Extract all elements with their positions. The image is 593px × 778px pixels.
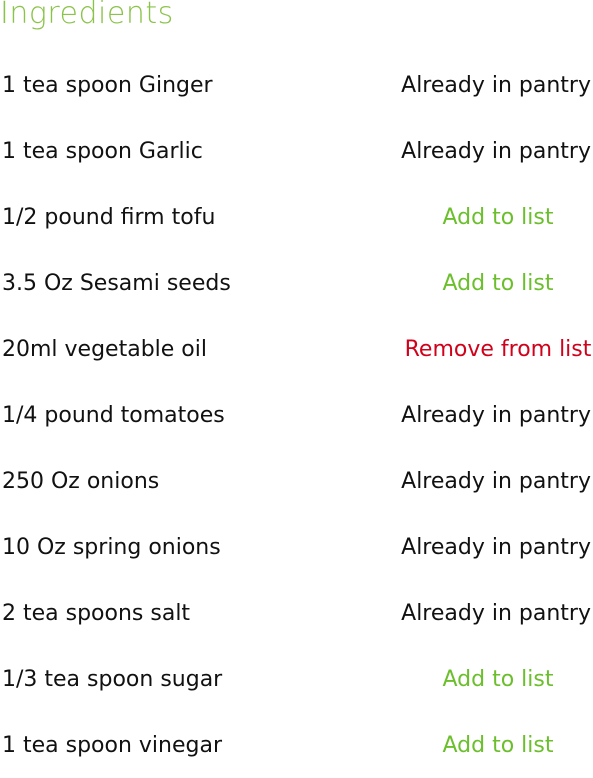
remove-from-list-button[interactable]: Remove from list	[403, 337, 593, 362]
ingredient-row: 3.5 Oz Sesami seeds Add to list	[0, 250, 593, 316]
add-to-list-button[interactable]: Add to list	[403, 205, 593, 230]
ingredient-name: 2 tea spoons salt	[2, 600, 191, 626]
ingredient-name: 250 Oz onions	[2, 468, 160, 494]
already-in-pantry-label: Already in pantry	[401, 600, 591, 626]
already-in-pantry-label: Already in pantry	[401, 72, 591, 98]
ingredient-name: 1 tea spoon Ginger	[2, 72, 213, 98]
ingredient-name: 20ml vegetable oil	[2, 336, 207, 362]
ingredient-row: 1 tea spoon Garlic Already in pantry	[0, 118, 593, 184]
ingredient-row: 1/3 tea spoon sugar Add to list	[0, 646, 593, 712]
ingredient-name: 3.5 Oz Sesami seeds	[2, 270, 231, 296]
ingredients-list: 1 tea spoon Ginger Already in pantry 1 t…	[0, 52, 593, 778]
ingredient-row: 1 tea spoon vinegar Add to list	[0, 712, 593, 778]
ingredient-row: 20ml vegetable oil Remove from list	[0, 316, 593, 382]
ingredient-name: 1 tea spoon Garlic	[2, 138, 203, 164]
already-in-pantry-label: Already in pantry	[401, 402, 591, 428]
already-in-pantry-label: Already in pantry	[401, 468, 591, 494]
already-in-pantry-label: Already in pantry	[401, 138, 591, 164]
ingredient-name: 10 Oz spring onions	[2, 534, 221, 560]
ingredient-row: 10 Oz spring onions Already in pantry	[0, 514, 593, 580]
ingredient-row: 2 tea spoons salt Already in pantry	[0, 580, 593, 646]
add-to-list-button[interactable]: Add to list	[403, 271, 593, 296]
already-in-pantry-label: Already in pantry	[401, 534, 591, 560]
page-title: Ingredients	[0, 0, 174, 31]
ingredient-row: 1 tea spoon Ginger Already in pantry	[0, 52, 593, 118]
ingredient-row: 1/2 pound firm tofu Add to list	[0, 184, 593, 250]
ingredient-row: 250 Oz onions Already in pantry	[0, 448, 593, 514]
add-to-list-button[interactable]: Add to list	[403, 733, 593, 758]
ingredient-name: 1/3 tea spoon sugar	[2, 666, 223, 692]
ingredient-name: 1/4 pound tomatoes	[2, 402, 225, 428]
ingredient-name: 1 tea spoon vinegar	[2, 732, 223, 758]
ingredient-name: 1/2 pound firm tofu	[2, 204, 216, 230]
ingredient-row: 1/4 pound tomatoes Already in pantry	[0, 382, 593, 448]
add-to-list-button[interactable]: Add to list	[403, 667, 593, 692]
